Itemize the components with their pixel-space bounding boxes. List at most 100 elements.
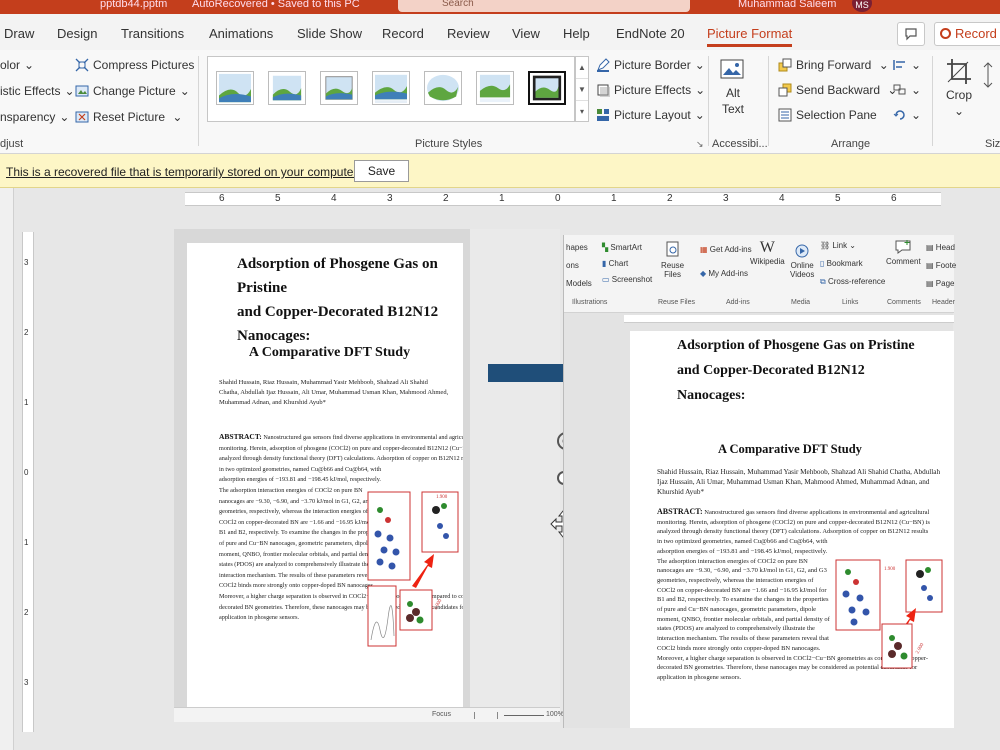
group-label-adjust: djust [0,138,24,150]
paper-subtitle-right: A Comparative DFT Study [718,442,862,456]
zoom-slider[interactable] [504,715,544,716]
paper-subtitle: A Comparative DFT Study [248,345,411,360]
tab-design[interactable]: Design [57,26,97,41]
page-number-button[interactable]: ▤ Page [926,279,954,288]
alt-text-button[interactable]: Alt Text [719,58,747,116]
document-page-left: Adsorption of Phosgene Gas on Pristine a… [187,243,463,707]
cross-reference-icon: ⧉ [820,277,826,286]
my-addins-icon: ◆ [700,269,707,278]
search-box[interactable]: Search [398,0,690,12]
save-button[interactable]: Save [354,160,409,182]
selection-pane-button[interactable]: Selection Pane [778,108,877,122]
record-button[interactable]: Record [934,22,1000,46]
bring-forward-button[interactable]: Bring Forward ⌄ [778,58,889,72]
toc-graphic-left: 1.900 2.000 [367,491,459,647]
screenshot-button[interactable]: ▭ Screenshot [602,275,652,284]
3d-models-button[interactable]: Models [566,279,592,288]
compress-pictures-button[interactable]: Compress Pictures [75,58,194,72]
tab-review[interactable]: Review [447,26,490,41]
align-button[interactable]: ⌄ [893,58,921,72]
bookmark-button[interactable]: ▯ Bookmark [820,259,863,268]
tab-animations[interactable]: Animations [209,26,273,41]
artistic-effects-button[interactable]: istic Effects ⌄ [0,84,75,98]
paper-title-line2-right: and Copper-Decorated B12N12 [677,363,865,378]
picture-layout-button[interactable]: Picture Layout ⌄ [596,108,705,122]
smartart-button[interactable]: ▚ SmartArt [602,243,642,252]
crop-button[interactable]: Crop ⌄ [946,58,972,118]
picture-style-1[interactable] [216,71,254,105]
footer-button[interactable]: ▤ Foote [926,261,956,270]
picture-styles-gallery[interactable] [207,56,575,122]
gallery-down-icon[interactable]: ▼ [576,79,588,101]
picture-style-5[interactable] [424,71,462,105]
group-icon [893,84,906,95]
compress-icon [75,58,89,72]
reset-picture-button[interactable]: Reset Picture ⌄ [75,110,182,124]
screenshot-original-document[interactable]: Adsorption of Phosgene Gas on Pristine a… [174,229,564,722]
record-label: Record [955,26,997,41]
reuse-files-button[interactable]: Reuse Files [661,241,684,279]
status-bar-left: Focus 100% [174,707,564,722]
send-backward-button[interactable]: Send Backward ⌄ [778,83,897,97]
online-videos-button[interactable]: Online Videos [790,243,814,279]
tab-transitions[interactable]: Transitions [121,26,184,41]
get-addins-button[interactable]: ▦ Get Add-ins [700,245,752,254]
gallery-more-icon[interactable]: ▾ [576,101,588,123]
word-insert-ribbon: hapes ons Models ▚ SmartArt ▮ Chart ▭ Sc… [564,235,956,313]
slide-editing-area: 6 5 4 3 2 1 0 1 2 3 4 5 6 3 2 1 0 1 2 3 … [0,188,1000,750]
layout-icon [597,109,609,121]
zoom-level[interactable]: 100% [546,711,564,718]
change-picture-button[interactable]: Change Picture ⌄ [75,84,190,98]
dialog-launcher-icon[interactable]: ↘ [696,139,704,150]
vertical-ruler[interactable]: 3 2 1 0 1 2 3 [22,232,34,732]
comments-button[interactable] [897,22,925,46]
tab-record[interactable]: Record [382,26,424,41]
tab-draw[interactable]: Draw [4,26,34,41]
focus-label[interactable]: Focus [432,711,451,718]
cross-reference-button[interactable]: ⧉ Cross-reference [820,277,885,287]
rotate-button[interactable]: ⌄ [893,108,921,122]
picture-style-4[interactable] [372,71,410,105]
group-label-illustrations: Illustrations [572,299,608,306]
word-ruler[interactable] [624,315,954,323]
header-button[interactable]: ▤ Head [926,243,955,252]
toc-graphic-right: 1.900 2.000 [835,559,943,669]
tab-endnote[interactable]: EndNote 20 [616,26,685,41]
picture-border-button[interactable]: Picture Border ⌄ [596,58,705,72]
tab-view[interactable]: View [512,26,540,41]
gallery-up-icon[interactable]: ▲ [576,57,588,79]
user-avatar[interactable]: MS [852,0,872,12]
align-icon [893,60,905,70]
icons-button[interactable]: ons [566,261,579,270]
my-addins-button[interactable]: ◆ My Add-ins [700,269,748,278]
transparency-button[interactable]: nsparency ⌄ [0,110,69,124]
link-button[interactable]: ⛓ Link ⌄ [820,241,856,250]
record-icon [940,28,951,39]
toc-label-left-b: 2.000 [433,598,443,611]
picture-style-7[interactable] [528,71,566,105]
paper-authors-right: Shahid Hussain, Riaz Hussain, Muhammad Y… [657,468,941,496]
group-label-addins: Add-ins [726,299,750,306]
gallery-scroll[interactable]: ▲ ▼ ▾ [575,56,589,122]
height-field-icon[interactable] [982,62,994,88]
wikipedia-button[interactable]: W Wikipedia [750,239,785,266]
smartart-icon: ▚ [602,243,609,252]
color-button[interactable]: olor ⌄ [0,58,34,72]
picture-style-6[interactable] [476,71,514,105]
picture-style-3[interactable] [320,71,358,105]
screenshot-edited-document[interactable]: hapes ons Models ▚ SmartArt ▮ Chart ▭ Sc… [563,235,956,728]
comment-button[interactable]: Comment [886,239,921,266]
tab-help[interactable]: Help [563,26,590,41]
chart-button[interactable]: ▮ Chart [602,259,628,268]
picture-effects-button[interactable]: Picture Effects ⌄ [596,83,705,97]
link-icon: ⛓ [820,241,831,250]
tab-picture-format[interactable]: Picture Format [707,26,793,47]
shapes-button[interactable]: hapes [566,243,588,252]
view-buttons-icon[interactable] [474,712,498,719]
picture-style-2[interactable] [268,71,306,105]
group-objects-button[interactable]: ⌄ [893,83,921,97]
divider [198,56,199,146]
recovered-file-message[interactable]: This is a recovered file that is tempora… [6,165,360,179]
horizontal-ruler[interactable]: 6 5 4 3 2 1 0 1 2 3 4 5 6 [185,192,941,206]
tab-slide-show[interactable]: Slide Show [297,26,362,41]
